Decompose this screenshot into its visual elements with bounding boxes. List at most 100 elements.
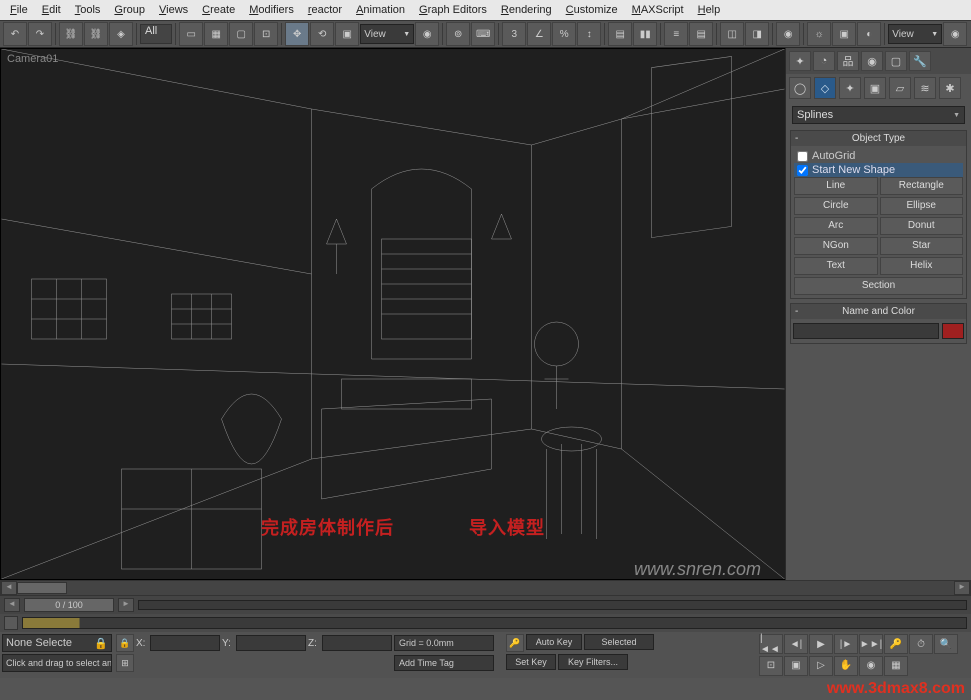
rectangle-button[interactable]: Rectangle bbox=[880, 177, 964, 195]
systems-cat[interactable]: ✱ bbox=[939, 77, 961, 99]
menu-rendering[interactable]: Rendering bbox=[495, 2, 558, 18]
link-button[interactable]: ⛓ bbox=[59, 22, 83, 46]
time-prev-button[interactable]: ◄ bbox=[4, 598, 20, 612]
display-tab[interactable]: ▢ bbox=[885, 51, 907, 71]
trackbar-toggle[interactable] bbox=[4, 616, 18, 630]
object-type-header[interactable]: Object Type bbox=[791, 131, 966, 146]
line-button[interactable]: Line bbox=[794, 177, 878, 195]
motion-tab[interactable]: ◉ bbox=[861, 51, 883, 71]
pan-button[interactable]: ✋ bbox=[834, 656, 858, 676]
viewport-scrollbar[interactable]: ◄ ► bbox=[0, 580, 971, 596]
keyfilters-button[interactable]: Key Filters... bbox=[558, 654, 628, 670]
create-tab[interactable]: ✦ bbox=[789, 51, 811, 71]
next-frame-button[interactable]: |► bbox=[834, 634, 858, 654]
menu-edit[interactable]: Edit bbox=[36, 2, 67, 18]
zoom-all-button[interactable]: ⊡ bbox=[759, 656, 783, 676]
percent-snap-button[interactable]: % bbox=[552, 22, 576, 46]
object-name-input[interactable] bbox=[793, 323, 939, 339]
manipulate-button[interactable]: ⊚ bbox=[446, 22, 470, 46]
time-config-button[interactable]: ⏱ bbox=[909, 634, 933, 654]
zoom-button[interactable]: 🔍 bbox=[934, 634, 958, 654]
menu-grapheditors[interactable]: Graph Editors bbox=[413, 2, 493, 18]
rendered-frame-button[interactable]: ▣ bbox=[832, 22, 856, 46]
material-editor-button[interactable]: ◉ bbox=[776, 22, 800, 46]
helpers-cat[interactable]: ▱ bbox=[889, 77, 911, 99]
menu-modifiers[interactable]: Modifiers bbox=[243, 2, 300, 18]
menu-views[interactable]: Views bbox=[153, 2, 194, 18]
window-crossing-button[interactable]: ⊡ bbox=[254, 22, 278, 46]
ngon-button[interactable]: NGon bbox=[794, 237, 878, 255]
menu-tools[interactable]: Tools bbox=[69, 2, 107, 18]
utilities-tab[interactable]: 🔧 bbox=[909, 51, 931, 71]
spacewarps-cat[interactable]: ≋ bbox=[914, 77, 936, 99]
abs-rel-button[interactable]: ⊞ bbox=[116, 654, 134, 672]
geometry-cat[interactable]: ◯ bbox=[789, 77, 811, 99]
startnewshape-checkbox[interactable] bbox=[797, 165, 808, 176]
time-next-button[interactable]: ► bbox=[118, 598, 134, 612]
z-input[interactable] bbox=[322, 635, 392, 651]
mirror-button[interactable]: ▮▮ bbox=[633, 22, 657, 46]
goto-start-button[interactable]: |◄◄ bbox=[759, 634, 783, 654]
bind-button[interactable]: ◈ bbox=[109, 22, 133, 46]
ellipse-button[interactable]: Ellipse bbox=[880, 197, 964, 215]
selected-dropdown[interactable]: Selected bbox=[584, 634, 654, 650]
name-color-header[interactable]: Name and Color bbox=[791, 304, 966, 319]
select-region-button[interactable]: ▢ bbox=[229, 22, 253, 46]
ref-coord-dropdown[interactable]: View bbox=[360, 24, 414, 44]
set-key-large-button[interactable]: 🔑 bbox=[506, 634, 524, 652]
render-button[interactable]: ◐ bbox=[857, 22, 881, 46]
y-input[interactable] bbox=[236, 635, 306, 651]
redo-button[interactable]: ↷ bbox=[28, 22, 52, 46]
autokey-button[interactable]: Auto Key bbox=[526, 634, 582, 650]
play-button[interactable]: ▶ bbox=[809, 634, 833, 654]
donut-button[interactable]: Donut bbox=[880, 217, 964, 235]
x-input[interactable] bbox=[150, 635, 220, 651]
subcategory-dropdown[interactable]: Splines bbox=[792, 106, 965, 124]
section-button[interactable]: Section bbox=[794, 277, 963, 295]
autogrid-row[interactable]: AutoGrid bbox=[794, 149, 963, 163]
object-color-swatch[interactable] bbox=[942, 323, 964, 339]
keyboard-button[interactable]: ⌨ bbox=[471, 22, 495, 46]
menu-animation[interactable]: Animation bbox=[350, 2, 411, 18]
maximize-button[interactable]: ▦ bbox=[884, 656, 908, 676]
spinner-snap-button[interactable]: ↕ bbox=[577, 22, 601, 46]
cameras-cat[interactable]: ▣ bbox=[864, 77, 886, 99]
track-strip[interactable] bbox=[22, 617, 967, 629]
align-button[interactable]: ≡ bbox=[664, 22, 688, 46]
menu-reactor[interactable]: reactor bbox=[302, 2, 348, 18]
scroll-thumb[interactable] bbox=[17, 582, 67, 594]
view-dropdown[interactable]: View bbox=[888, 24, 942, 44]
autogrid-checkbox[interactable] bbox=[797, 151, 808, 162]
select-move-button[interactable]: ✥ bbox=[285, 22, 309, 46]
angle-snap-button[interactable]: ∠ bbox=[527, 22, 551, 46]
modify-tab[interactable]: ◔ bbox=[813, 51, 835, 71]
text-button[interactable]: Text bbox=[794, 257, 878, 275]
menu-maxscript[interactable]: MAXScript bbox=[626, 2, 690, 18]
time-slider-handle[interactable]: 0 / 100 bbox=[24, 598, 114, 612]
zoom-extents-button[interactable]: ▣ bbox=[784, 656, 808, 676]
pivot-button[interactable]: ◉ bbox=[415, 22, 439, 46]
scroll-left-button[interactable]: ◄ bbox=[1, 581, 17, 595]
named-selection-button[interactable]: ▤ bbox=[608, 22, 632, 46]
render-setup-button[interactable]: ☼ bbox=[807, 22, 831, 46]
quick-render-button[interactable]: ◉ bbox=[943, 22, 967, 46]
select-button[interactable]: ▭ bbox=[179, 22, 203, 46]
time-slider-track[interactable] bbox=[138, 600, 967, 610]
select-rotate-button[interactable]: ⟲ bbox=[310, 22, 334, 46]
menu-group[interactable]: Group bbox=[108, 2, 151, 18]
arc-rotate-button[interactable]: ◉ bbox=[859, 656, 883, 676]
helix-button[interactable]: Helix bbox=[880, 257, 964, 275]
menu-help[interactable]: Help bbox=[692, 2, 727, 18]
selection-filter[interactable]: All bbox=[140, 24, 172, 44]
shapes-cat[interactable]: ◇ bbox=[814, 77, 836, 99]
lock-icon[interactable]: 🔒 bbox=[94, 637, 108, 650]
add-time-tag[interactable]: Add Time Tag bbox=[394, 655, 494, 671]
menu-create[interactable]: Create bbox=[196, 2, 241, 18]
star-button[interactable]: Star bbox=[880, 237, 964, 255]
prev-frame-button[interactable]: ◄| bbox=[784, 634, 808, 654]
select-name-button[interactable]: ▦ bbox=[204, 22, 228, 46]
hierarchy-tab[interactable]: 品 bbox=[837, 51, 859, 71]
curve-editor-button[interactable]: ◫ bbox=[720, 22, 744, 46]
fov-button[interactable]: ▷ bbox=[809, 656, 833, 676]
lights-cat[interactable]: ✦ bbox=[839, 77, 861, 99]
